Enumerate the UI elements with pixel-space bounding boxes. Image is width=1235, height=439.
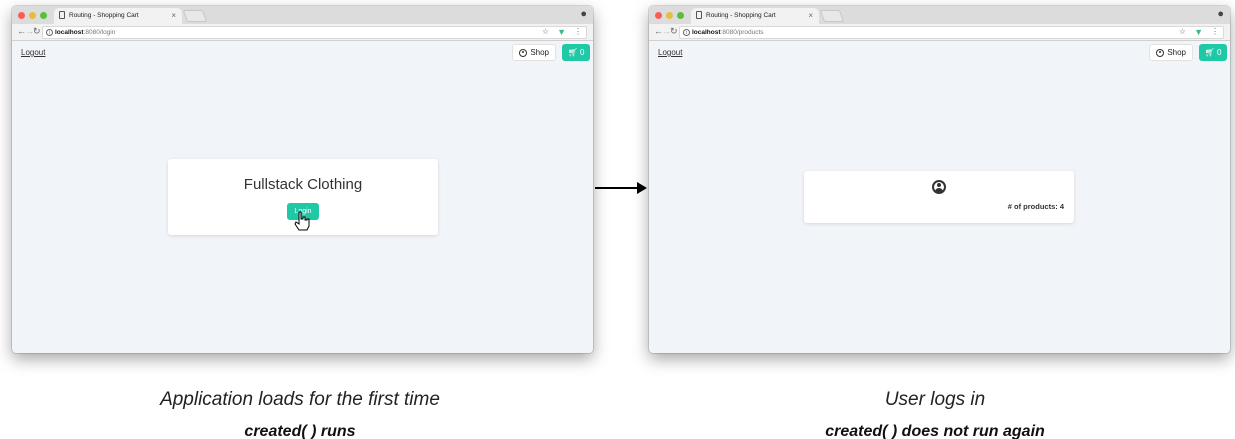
minimize-window-button[interactable] bbox=[29, 12, 36, 19]
login-card: Fullstack Clothing Login bbox=[168, 159, 438, 235]
profile-icon[interactable]: ● bbox=[1217, 8, 1224, 20]
profile-icon[interactable]: ● bbox=[580, 8, 587, 20]
info-icon[interactable]: i bbox=[46, 29, 53, 36]
browser-tab[interactable]: Routing - Shopping Cart × bbox=[691, 8, 819, 24]
caption-title: User logs in bbox=[884, 389, 986, 410]
url-host: localhost bbox=[55, 29, 84, 36]
address-bar-actions: ☆ ▼ ⋮ bbox=[542, 27, 582, 37]
url-path: :8080/products bbox=[720, 29, 764, 36]
caption-subtitle: created( ) runs bbox=[244, 423, 356, 439]
logout-link[interactable]: Logout bbox=[658, 48, 682, 57]
new-tab-button[interactable] bbox=[182, 10, 208, 22]
browser-tab[interactable]: Routing - Shopping Cart × bbox=[54, 8, 182, 24]
close-tab-icon[interactable]: × bbox=[171, 11, 176, 20]
page-viewport: Logout Shop 🛒︎ 0 Fullstack Clothing Logi… bbox=[12, 41, 593, 353]
document-icon bbox=[59, 11, 65, 19]
page-viewport: Logout Shop 🛒︎ 0 # of products: 4 bbox=[649, 41, 1230, 353]
browser-window-login: Routing - Shopping Cart × ● ← → ↻ i loca… bbox=[12, 6, 593, 353]
page-title: Fullstack Clothing bbox=[243, 176, 363, 193]
stage: Routing - Shopping Cart × ● ← → ↻ i loca… bbox=[0, 0, 1235, 439]
cart-button[interactable]: 🛒︎ 0 bbox=[1199, 44, 1227, 61]
address-bar[interactable]: i localhost:8080/login ☆ ▼ ⋮ bbox=[42, 26, 587, 39]
new-tab-button[interactable] bbox=[819, 10, 845, 22]
shop-label: Shop bbox=[530, 47, 549, 57]
shop-button[interactable]: Shop bbox=[512, 44, 556, 61]
arrow-right-icon bbox=[595, 182, 647, 194]
close-window-button[interactable] bbox=[18, 12, 25, 19]
cart-button[interactable]: 🛒︎ 0 bbox=[562, 44, 590, 61]
cart-icon: 🛒︎ bbox=[1204, 48, 1215, 57]
user-circle-icon bbox=[1156, 48, 1165, 57]
logout-link[interactable]: Logout bbox=[21, 48, 45, 57]
user-avatar-icon bbox=[932, 180, 946, 194]
vue-devtools-icon[interactable]: ▼ bbox=[1194, 27, 1203, 37]
bookmark-star-icon[interactable]: ☆ bbox=[1179, 27, 1186, 37]
close-window-button[interactable] bbox=[655, 12, 662, 19]
caption-first-load: Application loads for the first time cre… bbox=[0, 389, 600, 439]
close-tab-icon[interactable]: × bbox=[808, 11, 813, 20]
url-path: :8080/login bbox=[83, 29, 116, 36]
tab-bar: Routing - Shopping Cart × ● bbox=[12, 6, 593, 24]
bookmark-star-icon[interactable]: ☆ bbox=[542, 27, 549, 37]
document-icon bbox=[696, 11, 702, 19]
menu-icon[interactable]: ⋮ bbox=[574, 27, 582, 37]
reload-icon[interactable]: ↻ bbox=[33, 26, 41, 37]
cart-icon: 🛒︎ bbox=[567, 48, 578, 57]
info-icon[interactable]: i bbox=[683, 29, 690, 36]
maximize-window-button[interactable] bbox=[40, 12, 47, 19]
tab-title: Routing - Shopping Cart bbox=[706, 12, 776, 19]
caption-user-login: User logs in created( ) does not run aga… bbox=[635, 389, 1235, 439]
products-card: # of products: 4 bbox=[804, 171, 1074, 223]
browser-toolbar: ← → ↻ i localhost:8080/login ☆ ▼ ⋮ bbox=[12, 24, 593, 41]
user-circle-icon bbox=[519, 48, 528, 57]
shop-button[interactable]: Shop bbox=[1149, 44, 1193, 61]
url-host: localhost bbox=[692, 29, 721, 36]
tab-bar: Routing - Shopping Cart × ● bbox=[649, 6, 1230, 24]
minimize-window-button[interactable] bbox=[666, 12, 673, 19]
window-controls bbox=[655, 12, 684, 19]
browser-window-products: Routing - Shopping Cart × ● ← → ↻ i loca… bbox=[649, 6, 1230, 353]
address-bar-actions: ☆ ▼ ⋮ bbox=[1179, 27, 1219, 37]
cart-count: 0 bbox=[1216, 48, 1222, 57]
hand-pointer-cursor-icon bbox=[294, 211, 310, 231]
browser-toolbar: ← → ↻ i localhost:8080/products ☆ ▼ ⋮ bbox=[649, 24, 1230, 41]
cart-count: 0 bbox=[579, 48, 585, 57]
product-count: # of products: 4 bbox=[1007, 202, 1064, 211]
menu-icon[interactable]: ⋮ bbox=[1211, 27, 1219, 37]
vue-devtools-icon[interactable]: ▼ bbox=[557, 27, 566, 37]
shop-label: Shop bbox=[1167, 47, 1186, 57]
tab-title: Routing - Shopping Cart bbox=[69, 12, 139, 19]
address-bar[interactable]: i localhost:8080/products ☆ ▼ ⋮ bbox=[679, 26, 1224, 39]
window-controls bbox=[18, 12, 47, 19]
caption-title: Application loads for the first time bbox=[160, 389, 440, 410]
caption-subtitle: created( ) does not run again bbox=[825, 423, 1045, 439]
reload-icon[interactable]: ↻ bbox=[670, 26, 678, 37]
maximize-window-button[interactable] bbox=[677, 12, 684, 19]
